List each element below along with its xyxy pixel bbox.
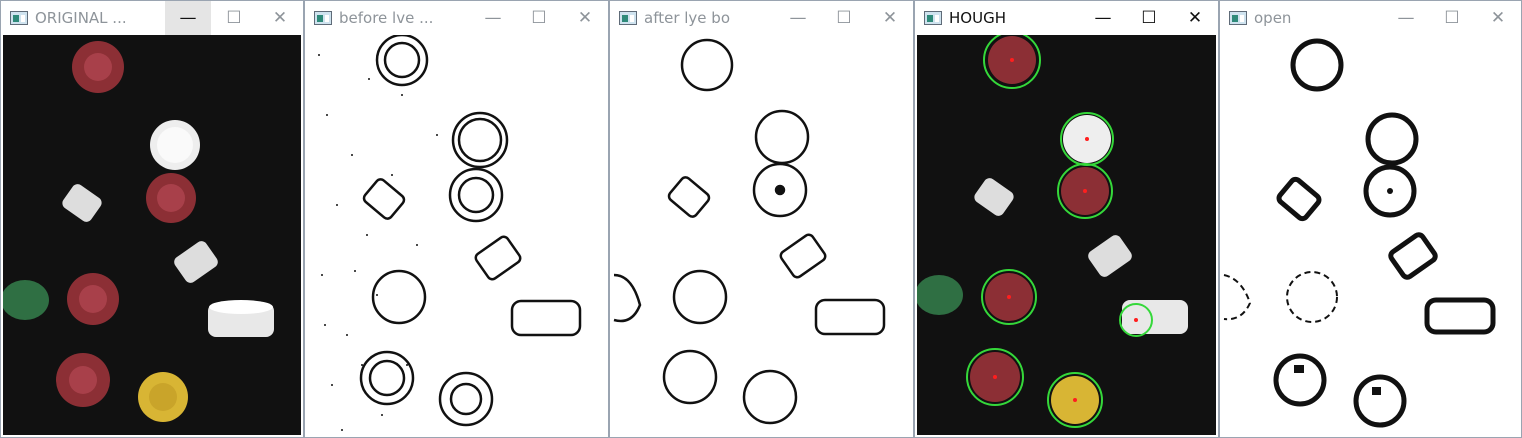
window-after[interactable]: after lye bo — ☐ ✕ [609,0,914,438]
hough-center [1007,295,1011,299]
hough-center [1010,58,1014,62]
red-cap [67,273,119,325]
window-open[interactable]: open — ☐ ✕ [1219,0,1522,438]
title-bar[interactable]: before lve ... — ☐ ✕ [305,1,608,35]
hough-result-photo [917,35,1216,435]
image-canvas [917,35,1216,435]
window-title: before lve ... [339,9,434,27]
minimize-button[interactable]: — [1383,1,1429,35]
window-title: after lye bo [644,9,730,27]
hough-center [993,375,997,379]
morph-open-image [1222,35,1519,435]
hough-center [1083,189,1087,193]
image-canvas [1222,35,1519,435]
title-bar[interactable]: HOUGH — ☐ ✕ [915,1,1218,35]
maximize-button[interactable]: ☐ [1126,1,1172,35]
minimize-button[interactable]: — [775,1,821,35]
green-cap [3,280,49,320]
image-canvas [307,35,606,435]
title-bar[interactable]: ORIGINAL ... — ☐ ✕ [1,1,303,35]
app-icon [314,11,332,25]
yellow-cap [138,372,188,422]
red-cap [56,353,110,407]
maximize-button[interactable]: ☐ [211,1,257,35]
close-button[interactable]: ✕ [867,1,913,35]
minimize-button[interactable]: — [470,1,516,35]
window-before[interactable]: before lve ... — ☐ ✕ [304,0,609,438]
original-photo [3,35,301,435]
minimize-button[interactable]: — [165,1,211,35]
app-icon [10,11,28,25]
window-title: HOUGH [949,9,1006,27]
app-icon [924,11,942,25]
edge-image-clean [612,35,911,435]
close-button[interactable]: ✕ [562,1,608,35]
red-cap [72,41,124,93]
app-icon [1229,11,1247,25]
hough-center [1085,137,1089,141]
white-cap-large [208,300,274,337]
window-original[interactable]: ORIGINAL ... — ☐ ✕ [0,0,304,438]
edge-image-noisy [307,35,606,435]
maximize-button[interactable]: ☐ [821,1,867,35]
maximize-button[interactable]: ☐ [1429,1,1475,35]
title-bar[interactable]: open — ☐ ✕ [1220,1,1521,35]
hough-center [1073,398,1077,402]
minimize-button[interactable]: — [1080,1,1126,35]
title-bar[interactable]: after lye bo — ☐ ✕ [610,1,913,35]
close-button[interactable]: ✕ [1475,1,1521,35]
white-cap [150,120,200,170]
close-button[interactable]: ✕ [257,1,303,35]
app-icon [619,11,637,25]
window-title: open [1254,9,1292,27]
image-canvas [612,35,911,435]
maximize-button[interactable]: ☐ [516,1,562,35]
image-canvas [3,35,301,435]
window-title: ORIGINAL ... [35,9,127,27]
red-cap [146,173,196,223]
hough-center [1134,318,1138,322]
window-hough[interactable]: HOUGH — ☐ ✕ [914,0,1219,438]
close-button[interactable]: ✕ [1172,1,1218,35]
